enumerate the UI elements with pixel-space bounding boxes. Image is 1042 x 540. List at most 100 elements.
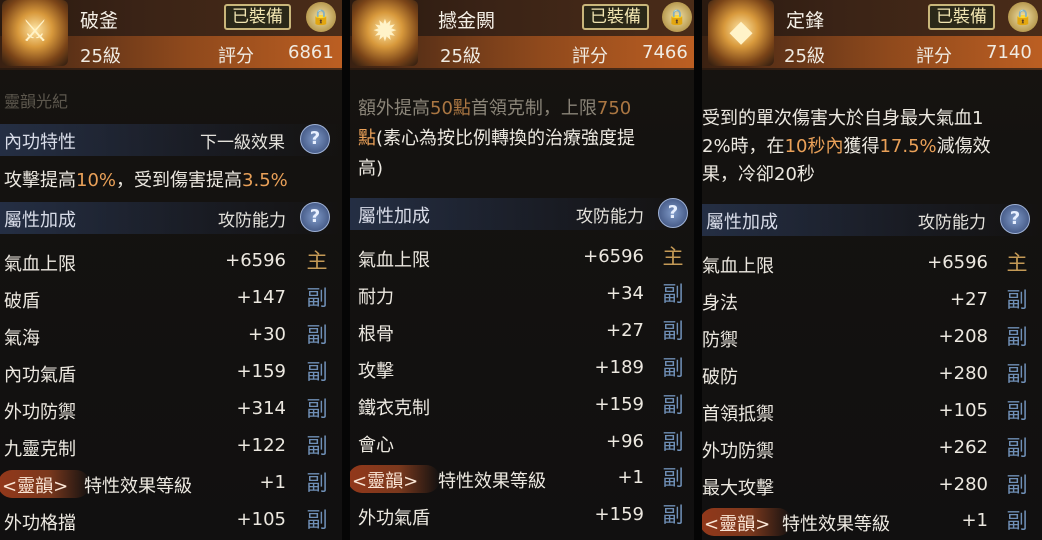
- stat-name: 破盾: [4, 291, 40, 312]
- score-label: 評分: [916, 46, 952, 67]
- help-icon[interactable]: ?: [300, 202, 330, 232]
- stat-row: 耐力 +34 副: [350, 277, 694, 313]
- sub-stat-tag: 副: [306, 323, 328, 347]
- stat-value: +105: [938, 400, 988, 421]
- stat-name: 外功防禦: [702, 441, 774, 462]
- stat-value: +159: [236, 361, 286, 382]
- stat-value: +1: [617, 467, 644, 488]
- trait-line: 高): [358, 158, 384, 179]
- stat-name: 根骨: [358, 324, 394, 345]
- attr-title: 屬性加成: [358, 206, 430, 227]
- sub-stat-tag: 副: [662, 282, 684, 306]
- stat-row: 破防 +280 副: [702, 357, 1042, 393]
- stat-name: 防禦: [702, 330, 738, 351]
- stat-row: 鐵衣克制 +159 副: [350, 388, 694, 424]
- trait-line: 點(素心為按比例轉換的治療強度提: [358, 128, 636, 149]
- stat-value: +30: [248, 324, 286, 345]
- help-icon[interactable]: ?: [300, 124, 330, 154]
- main-stat-tag: 主: [306, 249, 328, 273]
- sub-stat-tag: 副: [306, 286, 328, 310]
- stat-value: +189: [594, 357, 644, 378]
- stat-row: 攻擊 +189 副: [350, 351, 694, 387]
- stat-row: 氣血上限 +6596 主: [702, 246, 1042, 282]
- item-icon[interactable]: ✹: [352, 0, 418, 66]
- equipped-badge: 已裝備: [224, 4, 291, 30]
- equipment-panel-3: ◆ 定鋒 已裝備 🔒 25級 評分 7140 受到的單次傷害大於自身最大氣血1 …: [702, 0, 1042, 540]
- stat-row: 根骨 +27 副: [350, 314, 694, 350]
- attr-title: 屬性加成: [4, 210, 76, 231]
- stat-value: +314: [236, 398, 286, 419]
- stat-row: 內功氣盾 +159 副: [0, 355, 342, 391]
- sub-stat-tag: 副: [1006, 473, 1028, 497]
- stat-value: +280: [938, 474, 988, 495]
- trait-line: 受到的單次傷害大於自身最大氣血1: [702, 108, 984, 129]
- stat-name: 會心: [358, 435, 394, 456]
- stat-row: 外功防禦 +262 副: [702, 431, 1042, 467]
- item-icon[interactable]: ⚔: [2, 0, 68, 66]
- stat-value: +27: [950, 289, 988, 310]
- help-icon[interactable]: ?: [1000, 204, 1030, 234]
- stat-value: +147: [236, 287, 286, 308]
- stat-row: 氣血上限 +6596 主: [0, 244, 342, 280]
- stat-row: 首領抵禦 +105 副: [702, 394, 1042, 430]
- lock-icon[interactable]: 🔒: [1008, 2, 1038, 32]
- lock-icon[interactable]: 🔒: [662, 2, 692, 32]
- equipment-panel-2: ✹ 撼金闕 已裝備 🔒 25級 評分 7466 額外提高50點首領克制，上限75…: [350, 0, 694, 540]
- sub-stat-tag: 副: [1006, 436, 1028, 460]
- stat-name: 氣血上限: [4, 254, 76, 275]
- item-header: ✹ 撼金闕 已裝備 🔒 25級 評分 7466: [350, 0, 694, 70]
- rune-stat-row: <靈韻> 特性效果等級 +1 副: [0, 466, 342, 502]
- stat-row: 外功氣盾 +159 副: [350, 498, 694, 534]
- stat-name: 鐵衣克制: [358, 398, 430, 419]
- stat-value: +105: [236, 509, 286, 530]
- item-header: ◆ 定鋒 已裝備 🔒 25級 評分 7140: [702, 0, 1042, 70]
- item-level: 25級: [80, 46, 121, 67]
- stat-value: +34: [606, 283, 644, 304]
- stat-value: +96: [606, 431, 644, 452]
- stat-row: 外功格擋 +105 副: [0, 503, 342, 539]
- rune-label: <靈韻>: [704, 514, 771, 535]
- stat-value: +280: [938, 363, 988, 384]
- attr-right-label: 攻防能力: [576, 207, 644, 227]
- stat-name: 外功氣盾: [358, 508, 430, 529]
- attr-right-label: 攻防能力: [918, 213, 986, 233]
- stat-value: +6596: [225, 250, 286, 271]
- stat-name: 外功格擋: [4, 513, 76, 534]
- stat-name: 特性效果等級: [438, 471, 546, 492]
- attr-title: 屬性加成: [706, 212, 778, 233]
- attr-section-header: 屬性加成 攻防能力 ?: [0, 202, 342, 234]
- trait-line: 2%時，在10秒內獲得17.5%減傷效: [702, 136, 991, 157]
- panel-divider: [694, 0, 702, 540]
- item-level: 25級: [784, 46, 825, 67]
- sub-stat-tag: 副: [1006, 399, 1028, 423]
- attr-section-header: 屬性加成 攻防能力 ?: [702, 204, 1042, 236]
- score-label: 評分: [218, 46, 254, 67]
- rune-stat-row: <靈韻> 特性效果等級 +1 副: [350, 461, 694, 497]
- item-icon[interactable]: ◆: [708, 0, 774, 66]
- stat-value: +6596: [583, 246, 644, 267]
- stat-name: 特性效果等級: [84, 476, 192, 497]
- next-level-effect-link[interactable]: 下一級效果: [200, 128, 285, 153]
- stat-name: 最大攻擊: [702, 478, 774, 499]
- stat-row: 外功防禦 +314 副: [0, 392, 342, 428]
- lock-icon[interactable]: 🔒: [306, 2, 336, 32]
- help-icon[interactable]: ?: [658, 198, 688, 228]
- stat-value: +6596: [927, 252, 988, 273]
- trait-description: 受到的單次傷害大於自身最大氣血1 2%時，在10秒內獲得17.5%減傷效 果，冷…: [702, 106, 1042, 188]
- scrolled-text: 靈韻光紀: [4, 92, 69, 111]
- panel-divider: [342, 0, 350, 540]
- stat-row: 最大攻擊 +280 副: [702, 468, 1042, 504]
- sub-stat-tag: 副: [662, 430, 684, 454]
- stat-row: 會心 +96 副: [350, 425, 694, 461]
- sub-stat-tag: 副: [662, 319, 684, 343]
- stat-row: 身法 +27 副: [702, 283, 1042, 319]
- sub-stat-tag: 副: [1006, 362, 1028, 386]
- stat-name: 首領抵禦: [702, 404, 774, 425]
- sub-stat-tag: 副: [1006, 325, 1028, 349]
- sub-stat-tag: 副: [306, 471, 328, 495]
- stat-name: 攻擊: [358, 361, 394, 382]
- stat-row: 破盾 +147 副: [0, 281, 342, 317]
- stat-value: +1: [259, 472, 286, 493]
- stat-name: 氣血上限: [358, 250, 430, 271]
- sub-stat-tag: 副: [662, 466, 684, 490]
